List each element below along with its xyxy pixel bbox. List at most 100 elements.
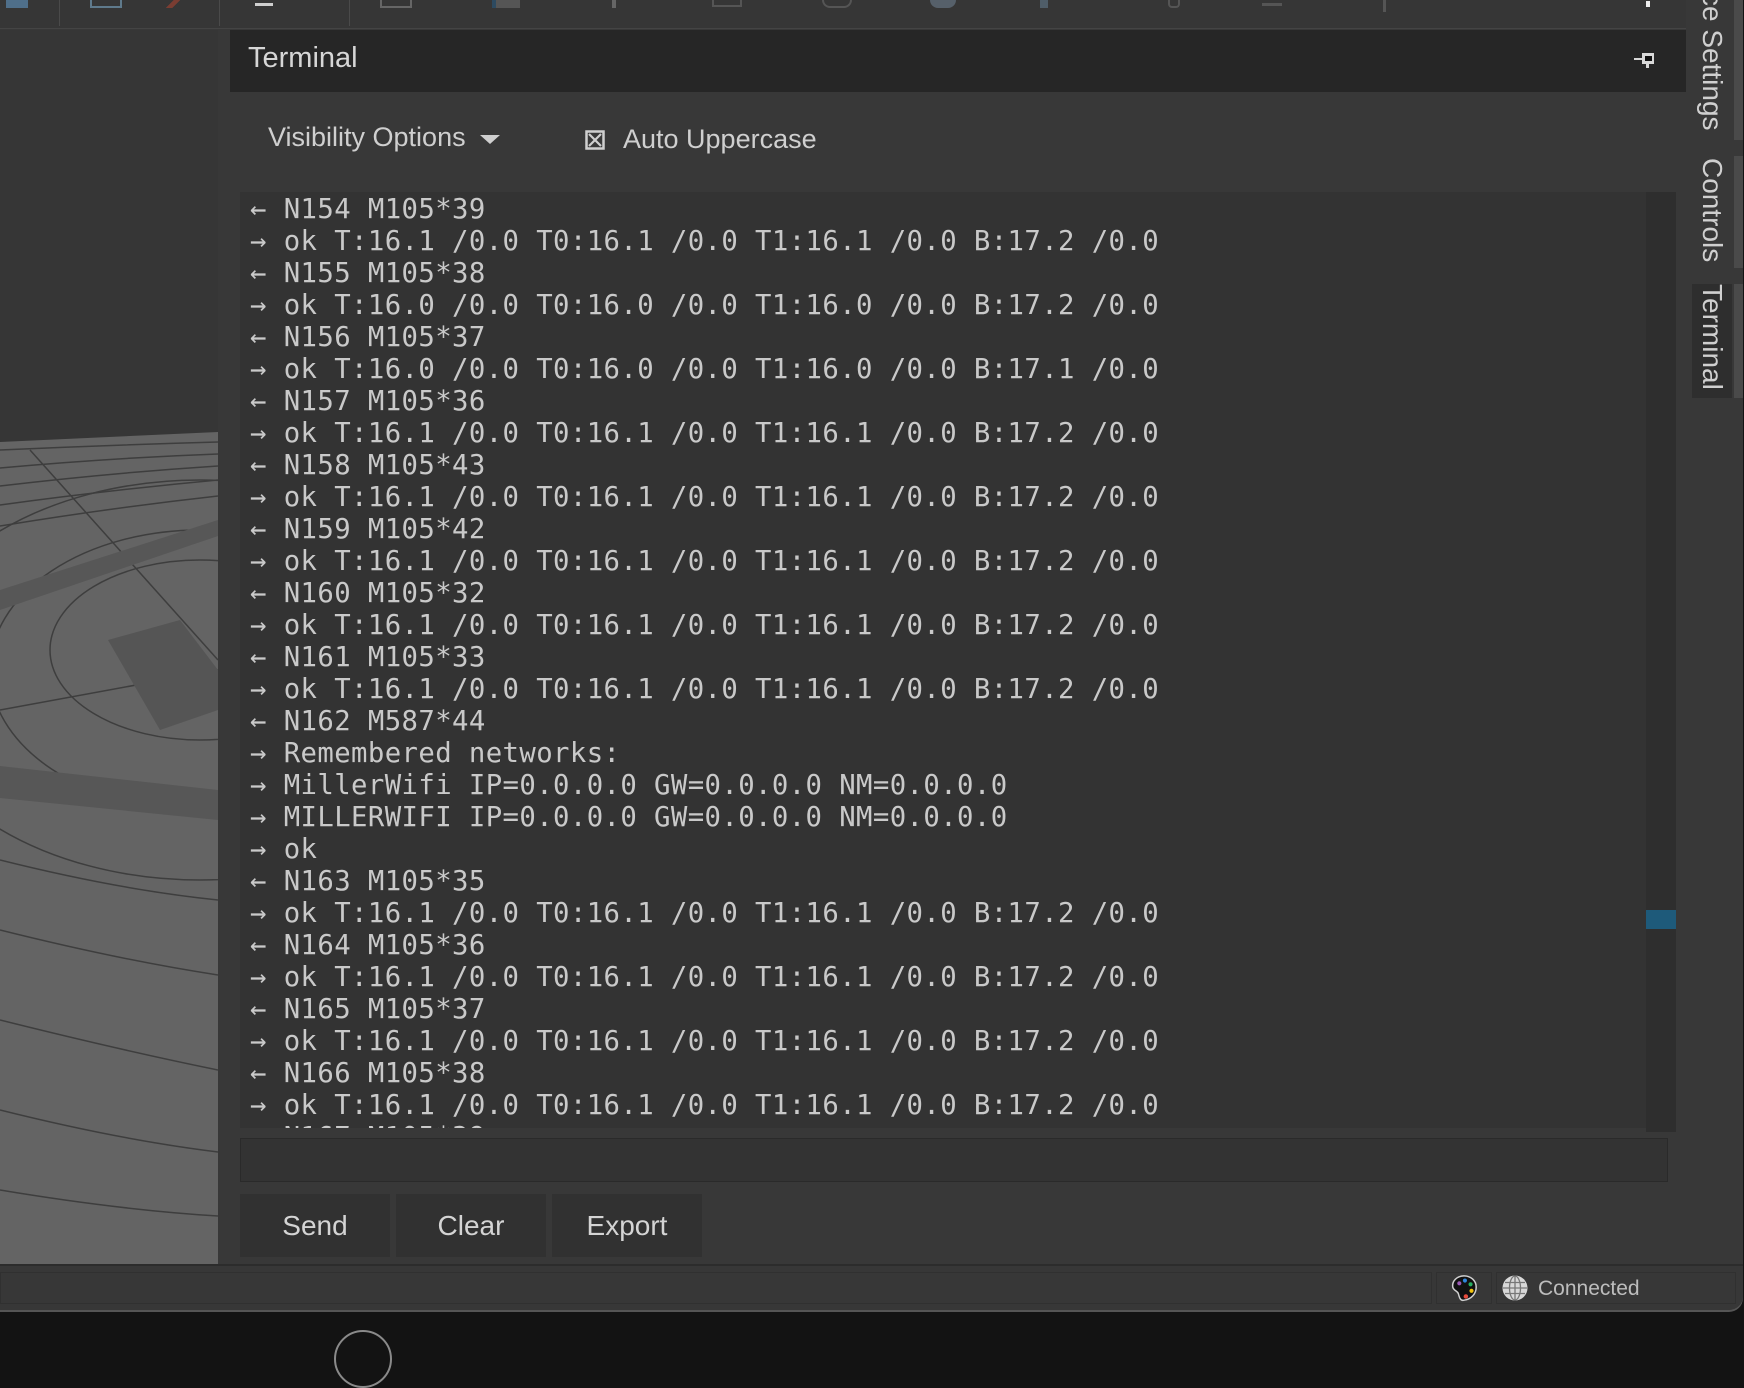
status-cell bbox=[1436, 1272, 1492, 1304]
export-button[interactable]: Export bbox=[552, 1194, 702, 1257]
terminal-line-received: → ok T:16.0 /0.0 T0:16.0 /0.0 T1:16.0 /0… bbox=[250, 290, 1159, 322]
arrow-right-icon: → bbox=[250, 770, 267, 801]
terminal-line-sent: ← N157 M105*36 bbox=[250, 386, 1159, 418]
copy-icon[interactable] bbox=[380, 0, 412, 8]
arrow-left-icon: ← bbox=[250, 450, 267, 481]
pin-icon[interactable] bbox=[1632, 50, 1656, 70]
arrow-right-icon: → bbox=[250, 546, 267, 577]
tab-terminal[interactable]: Terminal bbox=[1692, 284, 1732, 398]
arrow-left-icon: ← bbox=[250, 1122, 267, 1128]
palette-icon[interactable] bbox=[1449, 1273, 1479, 1303]
arrow-left-icon: ← bbox=[250, 194, 267, 225]
terminal-line-received: → ok T:16.1 /0.0 T0:16.1 /0.0 T1:16.1 /0… bbox=[250, 546, 1159, 578]
filament-icon[interactable] bbox=[930, 0, 956, 8]
arrow-left-icon: ← bbox=[250, 866, 267, 897]
terminal-line-text: N163 M105*35 bbox=[283, 866, 486, 897]
terminal-line-received: → ok T:16.1 /0.0 T0:16.1 /0.0 T1:16.1 /0… bbox=[250, 226, 1159, 258]
layout-icon[interactable] bbox=[6, 0, 28, 8]
more-icon[interactable] bbox=[1646, 1, 1650, 7]
flag-icon[interactable] bbox=[492, 0, 520, 8]
scrollbar-thumb[interactable] bbox=[1646, 910, 1676, 929]
save-icon[interactable] bbox=[712, 0, 742, 7]
terminal-line-text: ok T:16.0 /0.0 T0:16.0 /0.0 T1:16.0 /0.0… bbox=[283, 290, 1160, 321]
arrow-left-icon: ← bbox=[250, 930, 267, 961]
terminal-line-text: ok T:16.1 /0.0 T0:16.1 /0.0 T1:16.1 /0.0… bbox=[283, 1026, 1160, 1057]
terminal-line-text: N154 M105*39 bbox=[283, 194, 486, 225]
terminal-line-received: → ok T:16.1 /0.0 T0:16.1 /0.0 T1:16.1 /0… bbox=[250, 962, 1159, 994]
visibility-options-label: Visibility Options bbox=[268, 122, 466, 152]
arrow-right-icon: → bbox=[250, 290, 267, 321]
arrow-up-icon[interactable] bbox=[1383, 0, 1386, 12]
arrow-left-icon: ← bbox=[250, 1058, 267, 1089]
arrow-right-icon: → bbox=[250, 802, 267, 833]
panel-title: Terminal bbox=[248, 42, 358, 74]
terminal-line-text: ok T:16.1 /0.0 T0:16.1 /0.0 T1:16.1 /0.0… bbox=[283, 482, 1160, 513]
tab-controls[interactable]: Controls bbox=[1692, 158, 1732, 268]
arrow-right-icon: → bbox=[250, 738, 267, 769]
clear-button[interactable]: Clear bbox=[396, 1194, 546, 1257]
terminal-line-text: MILLERWIFI IP=0.0.0.0 GW=0.0.0.0 NM=0.0.… bbox=[283, 802, 1008, 833]
panel-header: Terminal bbox=[230, 30, 1686, 92]
send-button[interactable]: Send bbox=[240, 1194, 390, 1257]
terminal-line-received: → ok T:16.1 /0.0 T0:16.1 /0.0 T1:16.1 /0… bbox=[250, 674, 1159, 706]
terminal-line-text: N159 M105*42 bbox=[283, 514, 486, 545]
terminal-line-text: ok T:16.1 /0.0 T0:16.1 /0.0 T1:16.1 /0.0… bbox=[283, 898, 1160, 929]
terminal-line-text: N166 M105*38 bbox=[283, 1058, 486, 1089]
terminal-line-text: N167 M105*39 bbox=[284, 1122, 486, 1128]
cylinder-icon[interactable] bbox=[822, 0, 852, 8]
terminal-line-text: MillerWifi IP=0.0.0.0 GW=0.0.0.0 NM=0.0.… bbox=[283, 770, 1008, 801]
upload-icon[interactable] bbox=[612, 0, 616, 8]
right-tab-strip: ce Settings Controls Terminal bbox=[1686, 0, 1743, 1264]
terminal-line-received: → Remembered networks: bbox=[250, 738, 1159, 770]
app-window: Terminal Visibility Options Auto Upperca… bbox=[0, 0, 1743, 1310]
3d-viewport[interactable] bbox=[0, 30, 218, 1264]
cut-icon[interactable] bbox=[160, 0, 186, 8]
command-input[interactable] bbox=[240, 1138, 1668, 1182]
dock-item-icon[interactable] bbox=[334, 1330, 392, 1388]
terminal-line-text: N160 M105*32 bbox=[283, 578, 486, 609]
terminal-line-received: → ok T:16.1 /0.0 T0:16.1 /0.0 T1:16.1 /0… bbox=[250, 482, 1159, 514]
terminal-line-text: N164 M105*36 bbox=[283, 930, 486, 961]
nozzle-icon[interactable] bbox=[1040, 0, 1048, 8]
arrow-left-icon: ← bbox=[250, 578, 267, 609]
terminal-line-text: ok T:16.1 /0.0 T0:16.1 /0.0 T1:16.1 /0.0… bbox=[283, 418, 1160, 449]
terminal-options-row: Visibility Options Auto Uppercase bbox=[228, 92, 1686, 190]
rack-icon[interactable] bbox=[1262, 0, 1282, 6]
terminal-line-text: N157 M105*36 bbox=[283, 386, 486, 417]
arrow-right-icon: → bbox=[250, 354, 267, 385]
terminal-line-sent: ← N158 M105*43 bbox=[250, 450, 1159, 482]
arrow-right-icon: → bbox=[250, 482, 267, 513]
terminal-line-received: → ok T:16.1 /0.0 T0:16.1 /0.0 T1:16.1 /0… bbox=[250, 610, 1159, 642]
bed-icon[interactable] bbox=[1168, 0, 1180, 8]
terminal-line-sent: ← N161 M105*33 bbox=[250, 642, 1159, 674]
terminal-line-text: ok T:16.1 /0.0 T0:16.1 /0.0 T1:16.1 /0.0… bbox=[283, 610, 1160, 641]
tab-indicator bbox=[1734, 0, 1743, 140]
globe-icon bbox=[1502, 1275, 1528, 1301]
tab-label: Terminal bbox=[1697, 284, 1728, 390]
terminal-line-text: ok T:16.1 /0.0 T0:16.1 /0.0 T1:16.1 /0.0… bbox=[283, 674, 1160, 705]
terminal-line-text: N156 M105*37 bbox=[283, 322, 486, 353]
terminal-line-text: N155 M105*38 bbox=[283, 258, 486, 289]
visibility-options-dropdown[interactable]: Visibility Options bbox=[268, 122, 500, 153]
arrow-left-icon: ← bbox=[250, 322, 267, 353]
terminal-line-sent: ← N167 M105*39 bbox=[250, 1122, 1159, 1128]
terminal-line-text: N161 M105*33 bbox=[283, 642, 486, 673]
window-icon[interactable] bbox=[90, 0, 122, 8]
print-bed-render bbox=[0, 432, 218, 1264]
checkbox-checked-icon[interactable] bbox=[585, 129, 605, 150]
auto-uppercase-checkbox[interactable]: Auto Uppercase bbox=[585, 124, 817, 155]
list-icon[interactable] bbox=[255, 0, 273, 6]
toolbar-divider bbox=[59, 0, 60, 26]
terminal-line-text: ok T:16.0 /0.0 T0:16.0 /0.0 T1:16.0 /0.0… bbox=[283, 354, 1160, 385]
arrow-right-icon: → bbox=[250, 610, 267, 641]
terminal-output[interactable]: ← N154 M105*39 → ok T:16.1 /0.0 T0:16.1 /… bbox=[240, 192, 1656, 1128]
arrow-right-icon: → bbox=[250, 834, 267, 865]
status-cell bbox=[0, 1272, 1432, 1304]
terminal-line-received: → ok T:16.1 /0.0 T0:16.1 /0.0 T1:16.1 /0… bbox=[250, 418, 1159, 450]
terminal-line-text: N162 M587*44 bbox=[283, 706, 486, 737]
arrow-left-icon: ← bbox=[250, 258, 267, 289]
terminal-line-received: → ok T:16.0 /0.0 T0:16.0 /0.0 T1:16.0 /0… bbox=[250, 354, 1159, 386]
terminal-line-text: N165 M105*37 bbox=[283, 994, 486, 1025]
tab-device-settings[interactable]: ce Settings bbox=[1692, 0, 1732, 142]
terminal-scrollbar[interactable] bbox=[1646, 192, 1676, 1132]
